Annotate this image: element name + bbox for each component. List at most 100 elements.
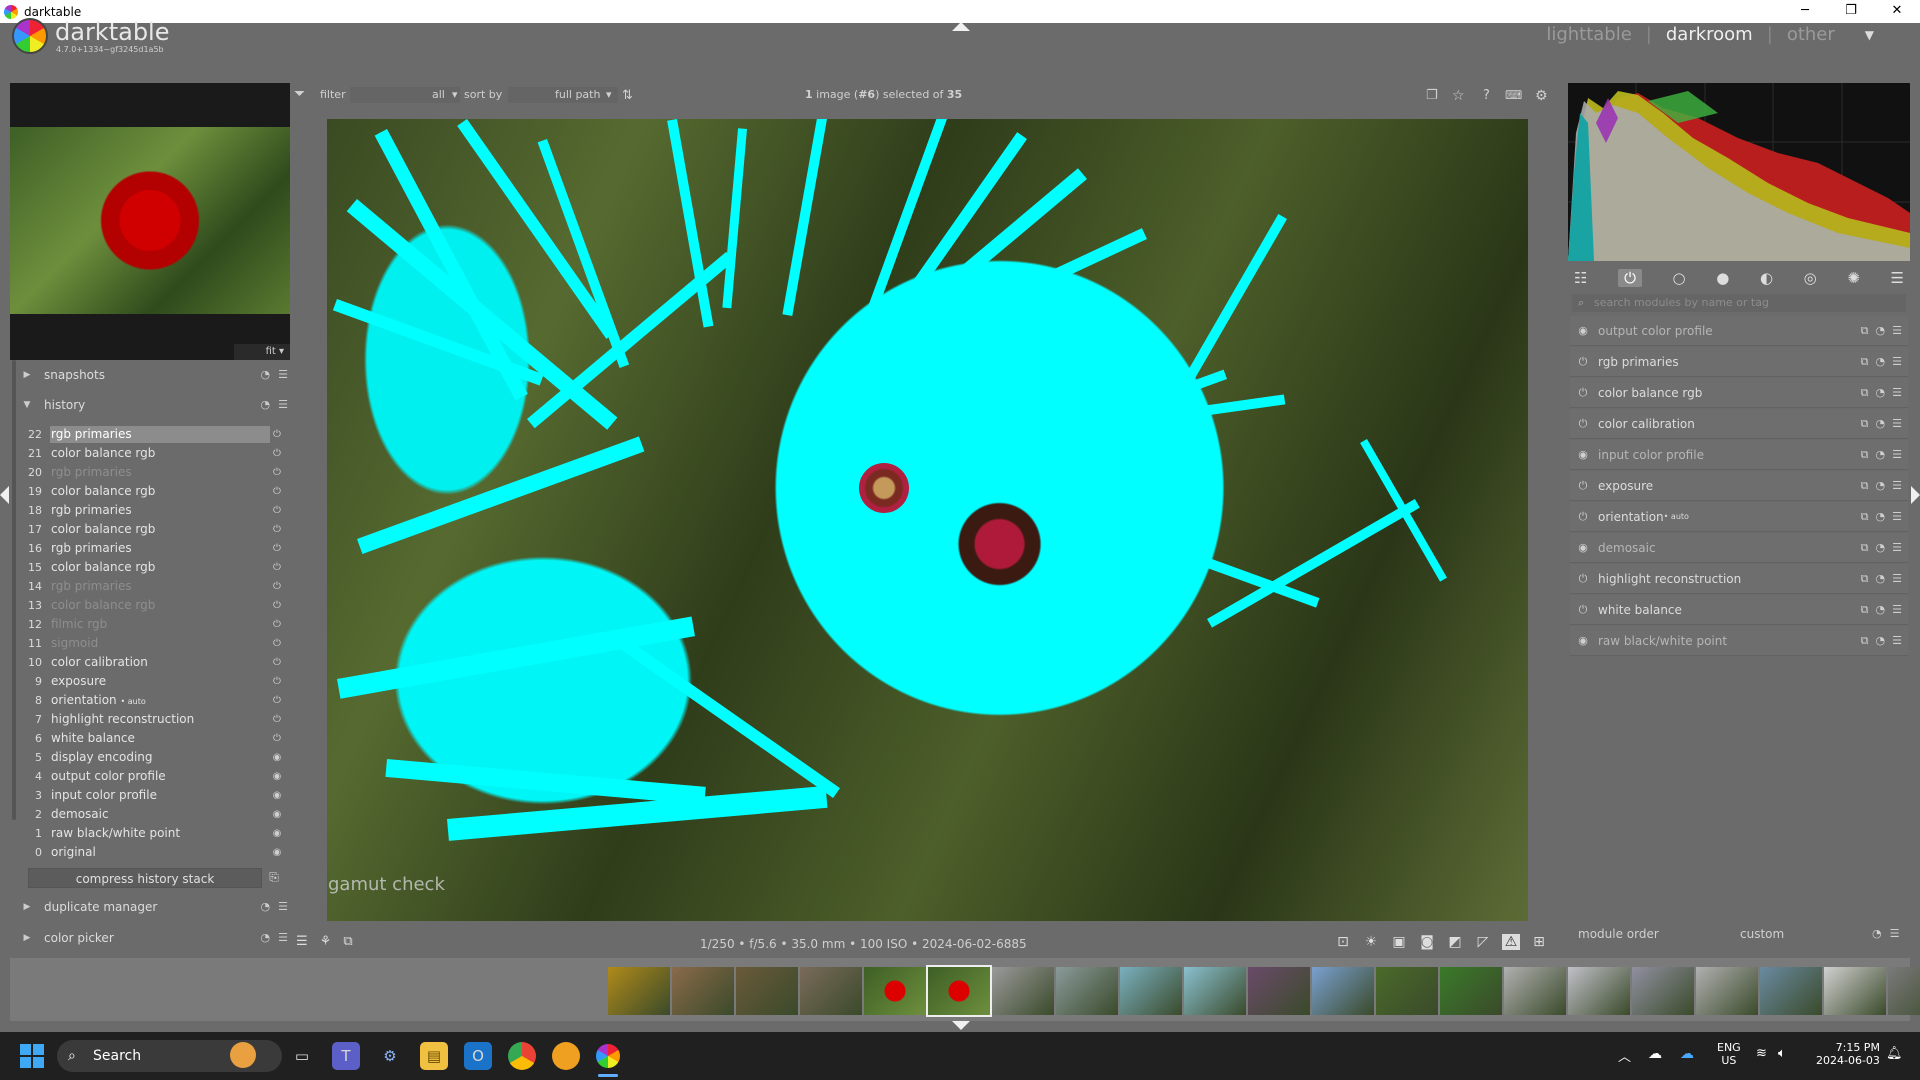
snapshots-module-header[interactable]: ▶ snapshots ◔ ☰ xyxy=(20,362,288,388)
quick-access-panel-icon[interactable]: ☷ xyxy=(1574,269,1587,287)
always-on-icon[interactable]: ◉ xyxy=(1576,324,1590,337)
filmstrip-thumbnail[interactable] xyxy=(992,967,1054,1015)
power-icon[interactable]: ⏻ xyxy=(1576,355,1590,369)
power-icon[interactable]: ⏻ xyxy=(1576,417,1590,431)
volume-icon[interactable]: 🔈︎ xyxy=(1778,1046,1786,1061)
history-item[interactable]: 15 color balance rgb ⏻ xyxy=(22,558,284,577)
bulb-icon[interactable]: ☀ xyxy=(1362,934,1380,950)
history-item[interactable]: 12 filmic rgb ⏻ xyxy=(22,615,284,634)
filmstrip-thumbnail[interactable] xyxy=(1056,967,1118,1015)
presets-icon[interactable]: ☰ xyxy=(278,398,288,411)
power-icon[interactable]: ⏻ xyxy=(1576,572,1590,586)
copy-history-icon[interactable]: ⎘ xyxy=(266,870,282,886)
history-item[interactable]: 8 orientation • auto ⏻ xyxy=(22,691,284,710)
second-window-icon[interactable]: ⧉ xyxy=(343,934,352,949)
reset-icon[interactable]: ◔ xyxy=(1876,355,1886,369)
iso12646-icon[interactable]: ▣ xyxy=(1390,934,1408,950)
always-on-icon[interactable]: ◉ xyxy=(1576,541,1590,554)
reset-icon[interactable]: ◔ xyxy=(1876,510,1886,524)
always-on-icon[interactable]: ◉ xyxy=(1576,448,1590,461)
styles-icon[interactable]: ⚘ xyxy=(320,934,332,949)
filmstrip-thumbnail[interactable] xyxy=(1632,967,1694,1015)
teams-icon[interactable]: T xyxy=(332,1042,360,1070)
onedrive-business-icon[interactable]: ☁ xyxy=(1680,1046,1694,1062)
presets-icon[interactable]: ☰ xyxy=(1892,448,1902,462)
close-button[interactable]: ✕ xyxy=(1874,0,1920,23)
presets-icon[interactable]: ☰ xyxy=(1892,386,1902,400)
history-module-header[interactable]: ▼ history ◔ ☰ xyxy=(20,392,288,418)
presets-icon[interactable]: ☰ xyxy=(1892,541,1902,555)
reset-icon[interactable]: ◔ xyxy=(261,900,271,913)
start-button[interactable] xyxy=(20,1044,44,1068)
gamut-check-icon[interactable]: ⚠ xyxy=(1502,934,1520,950)
presets-icon[interactable]: ☰ xyxy=(278,931,288,944)
filmstrip-thumbnail[interactable] xyxy=(1504,967,1566,1015)
task-view-icon[interactable]: ▭ xyxy=(288,1042,316,1070)
wifi-icon[interactable]: ≋ xyxy=(1756,1046,1767,1061)
history-item[interactable]: 16 rgb primaries ⏻ xyxy=(22,539,284,558)
guides-icon[interactable]: ⊞ xyxy=(1530,934,1548,950)
navigator-zoom-select[interactable]: fit ▾ xyxy=(234,344,290,360)
module-item[interactable]: ⏻ white balance ⧉ ◔ ☰ xyxy=(1570,595,1908,625)
history-item[interactable]: 7 highlight reconstruction ⏻ xyxy=(22,710,284,729)
reset-icon[interactable]: ◔ xyxy=(1876,541,1886,555)
history-item[interactable]: 13 color balance rgb ⏻ xyxy=(22,596,284,615)
presets-icon[interactable]: ☰ xyxy=(1892,417,1902,431)
filmstrip-thumbnail[interactable] xyxy=(1184,967,1246,1015)
filmstrip-thumbnail[interactable] xyxy=(1248,967,1310,1015)
effect-group-icon[interactable]: ✺ xyxy=(1847,269,1860,287)
reset-icon[interactable]: ◔ xyxy=(261,368,271,381)
filmstrip-thumbnail[interactable] xyxy=(1312,967,1374,1015)
history-item[interactable]: 0 original ◉ xyxy=(22,843,284,862)
filmstrip-thumbnail[interactable] xyxy=(1760,967,1822,1015)
filmstrip-thumbnail[interactable] xyxy=(1696,967,1758,1015)
navigator-thumbnail[interactable] xyxy=(10,127,290,314)
history-item[interactable]: 18 rgb primaries ⏻ xyxy=(22,501,284,520)
presets-icon[interactable]: ☰ xyxy=(1890,927,1900,940)
color-picker-header[interactable]: ▶ color picker ◔ ☰ xyxy=(20,925,288,951)
sort-dropdown-icon[interactable]: ▾ xyxy=(606,88,612,101)
gear-icon[interactable]: ⚙ xyxy=(1535,88,1548,104)
keyboard-icon[interactable]: ⌨ xyxy=(1505,88,1522,102)
notification-bell-icon[interactable]: 🔔︎ xyxy=(1886,1046,1903,1061)
module-item[interactable]: ⏻ rgb primaries ⧉ ◔ ☰ xyxy=(1570,347,1908,377)
module-search-input[interactable]: search modules by name or tag xyxy=(1572,294,1906,312)
presets-icon[interactable]: ☰ xyxy=(1892,355,1902,369)
filmstrip-thumbnail[interactable] xyxy=(1568,967,1630,1015)
views-dropdown-icon[interactable]: ▼ xyxy=(1865,28,1874,42)
view-darkroom[interactable]: darkroom xyxy=(1666,24,1753,45)
filmstrip-thumbnail[interactable] xyxy=(926,965,992,1017)
history-item[interactable]: 6 white balance ⏻ xyxy=(22,729,284,748)
history-item[interactable]: 10 color calibration ⏻ xyxy=(22,653,284,672)
history-item[interactable]: 5 display encoding ◉ xyxy=(22,748,284,767)
filmstrip-thumbnail[interactable] xyxy=(672,967,734,1015)
reset-icon[interactable]: ◔ xyxy=(1876,324,1886,338)
history-item[interactable]: 17 color balance rgb ⏻ xyxy=(22,520,284,539)
reset-icon[interactable]: ◔ xyxy=(261,398,271,411)
reset-icon[interactable]: ◔ xyxy=(1876,417,1886,431)
filmstrip-thumbnail[interactable] xyxy=(1376,967,1438,1015)
module-item[interactable]: ⏻ color calibration ⧉ ◔ ☰ xyxy=(1570,409,1908,439)
module-item[interactable]: ⏻ exposure ⧉ ◔ ☰ xyxy=(1570,471,1908,501)
filter-dropdown-icon[interactable]: ▾ xyxy=(452,88,458,101)
history-item[interactable]: 9 exposure ⏻ xyxy=(22,672,284,691)
module-item[interactable]: ⏻ color balance rgb ⧉ ◔ ☰ xyxy=(1570,378,1908,408)
file-explorer-icon[interactable]: ▤ xyxy=(420,1042,448,1070)
outlook-icon[interactable]: O xyxy=(464,1042,492,1070)
help-icon[interactable]: ? xyxy=(1483,88,1490,103)
multi-instance-icon[interactable]: ⧉ xyxy=(1861,417,1869,431)
module-item[interactable]: ⏻ orientation • auto ⧉ ◔ ☰ xyxy=(1570,502,1908,532)
compress-history-button[interactable]: compress history stack xyxy=(28,868,262,888)
filmstrip-thumbnail[interactable] xyxy=(800,967,862,1015)
history-item[interactable]: 11 sigmoid ⏻ xyxy=(22,634,284,653)
presets-icon[interactable]: ☰ xyxy=(1892,634,1902,648)
multi-instance-icon[interactable]: ⧉ xyxy=(1861,355,1869,369)
presets-icon[interactable]: ☰ xyxy=(278,900,288,913)
multi-instance-icon[interactable]: ⧉ xyxy=(1861,386,1869,400)
filmstrip-thumbnail[interactable] xyxy=(1888,967,1920,1015)
reset-icon[interactable]: ◔ xyxy=(1876,634,1886,648)
history-item[interactable]: 1 raw black/white point ◉ xyxy=(22,824,284,843)
main-image[interactable] xyxy=(327,119,1528,921)
multi-instance-icon[interactable]: ⧉ xyxy=(1861,634,1869,648)
duplicate-manager-header[interactable]: ▶ duplicate manager ◔ ☰ xyxy=(20,894,288,920)
